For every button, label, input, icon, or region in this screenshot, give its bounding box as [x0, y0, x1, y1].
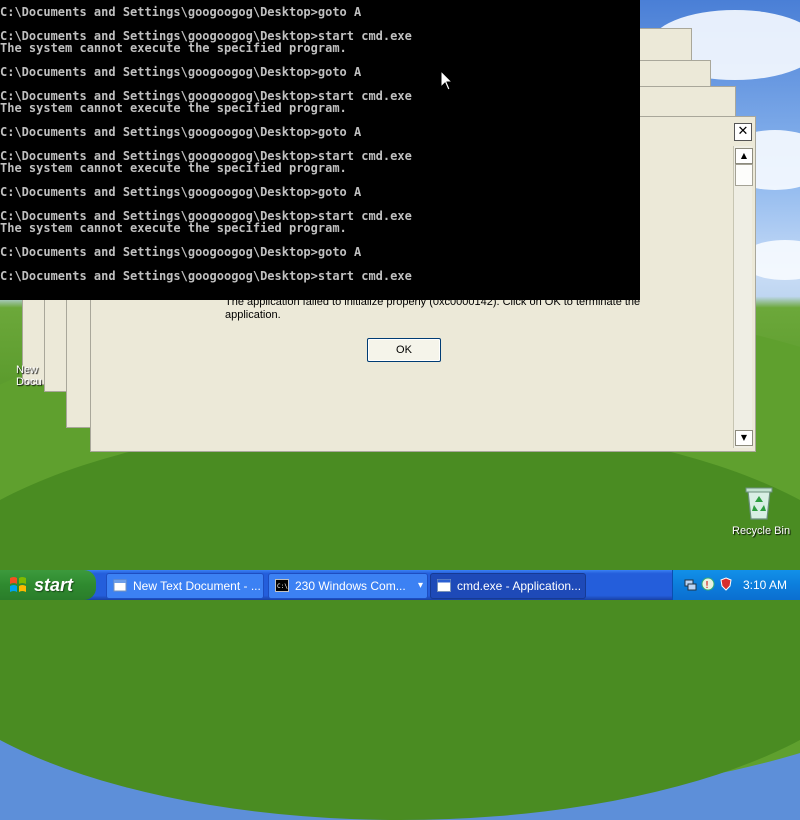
close-icon[interactable]: ✕: [734, 123, 752, 141]
taskbar-item-label: New Text Document - ...: [133, 579, 261, 593]
system-tray: ! 3:10 AM: [672, 570, 800, 600]
chevron-down-icon[interactable]: ▾: [418, 574, 423, 598]
recycle-bin-icon[interactable]: [742, 483, 776, 521]
cmd-icon: C:\: [275, 579, 289, 592]
mouse-cursor-icon: [440, 70, 454, 91]
clock[interactable]: 3:10 AM: [743, 570, 787, 600]
desktop-icon-new-doc-label[interactable]: New Docu: [16, 364, 42, 388]
ok-button[interactable]: OK: [367, 338, 441, 362]
svg-text:C:\: C:\: [277, 583, 288, 590]
notepad-icon: [113, 579, 127, 592]
network-icon[interactable]: [683, 577, 697, 591]
scroll-up-icon[interactable]: ▲: [735, 148, 753, 164]
scroll-down-icon[interactable]: ▼: [735, 430, 753, 446]
console-window[interactable]: C:\Documents and Settings\googoogog\Desk…: [0, 0, 640, 300]
recycle-bin-label[interactable]: Recycle Bin: [732, 525, 790, 537]
taskbar: start New Text Document - ... C:\ 230 Wi…: [0, 570, 800, 600]
start-button[interactable]: start: [0, 570, 96, 600]
taskbar-item-label: 230 Windows Com...: [295, 579, 406, 593]
window-icon: [437, 579, 451, 592]
taskbar-item-cmd-error[interactable]: cmd.exe - Application...: [430, 573, 586, 599]
scroll-thumb[interactable]: [735, 164, 753, 186]
taskbar-item-cmd-group[interactable]: C:\ 230 Windows Com... ▾: [268, 573, 428, 599]
windows-flag-icon: [10, 577, 26, 592]
console-output: C:\Documents and Settings\googoogog\Desk…: [0, 5, 412, 283]
security-alert-icon[interactable]: !: [701, 577, 715, 591]
taskbar-item-label: cmd.exe - Application...: [457, 579, 582, 593]
svg-text:!: !: [705, 580, 709, 591]
vertical-scrollbar[interactable]: ▲ ▼: [733, 146, 753, 448]
taskbar-item-notepad[interactable]: New Text Document - ...: [106, 573, 264, 599]
start-label: start: [34, 575, 74, 595]
shield-icon[interactable]: [719, 577, 733, 591]
